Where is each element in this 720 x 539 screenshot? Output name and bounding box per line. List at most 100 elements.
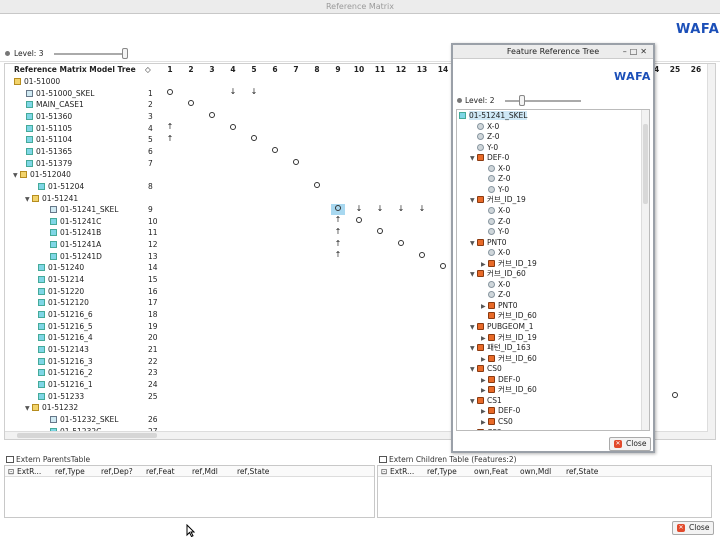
feature-tree-item[interactable]: Z-0	[481, 174, 510, 185]
parent-reference-mark[interactable]: ↑	[331, 250, 345, 261]
feature-tree-item[interactable]: X-0	[481, 248, 510, 259]
feature-tree-item[interactable]: ▶ 커브_ID_19	[481, 259, 537, 270]
tree-row[interactable]: ▼ 01-51241	[5, 193, 165, 205]
feature-tree-item[interactable]: 01-51241_SKEL	[459, 111, 528, 122]
tree-item[interactable]: 01-51232_SKEL	[43, 414, 118, 425]
minimize-icon[interactable]: –	[623, 47, 630, 56]
expand-toggle-icon[interactable]: ▶	[481, 260, 488, 270]
feature-tree-item[interactable]: ▼ CS1	[470, 396, 502, 407]
feature-tree-item[interactable]: Y-0	[481, 227, 509, 238]
tree-row[interactable]: 01-51216_1 24	[5, 379, 165, 391]
expand-toggle-icon[interactable]: ▼	[25, 403, 32, 414]
tree-item[interactable]: 01-51105	[19, 123, 72, 134]
expand-toggle-icon[interactable]: ▶	[481, 302, 488, 312]
expand-toggle-icon[interactable]: ▼	[13, 170, 20, 181]
tree-item[interactable]: MAIN_CASE1	[19, 99, 84, 110]
self-reference-mark[interactable]	[163, 87, 177, 98]
tree-item[interactable]: 01-51241D	[43, 251, 102, 262]
parent-reference-mark[interactable]: ↑	[163, 122, 177, 133]
feature-tree-item[interactable]: X-0	[481, 206, 510, 217]
feature-tree-item[interactable]: ▶ 커브_ID_60	[481, 385, 537, 396]
expand-toggle-icon[interactable]: ▼	[470, 196, 477, 206]
column-header[interactable]: ref,State	[237, 467, 269, 476]
column-header[interactable]: ref,State	[566, 467, 598, 476]
tree-item[interactable]: 01-51216_6	[31, 309, 93, 320]
tree-row[interactable]: 01-51379 7	[5, 158, 165, 170]
feature-tree-item[interactable]: ▶ DEF-0	[481, 406, 520, 417]
tree-item[interactable]: 01-51241_SKEL	[43, 204, 118, 215]
column-header[interactable]: ref,Feat	[146, 467, 175, 476]
tree-item[interactable]: 01-51220	[31, 286, 84, 297]
tree-row[interactable]: 01-51204 8	[5, 181, 165, 193]
self-reference-mark[interactable]	[352, 215, 366, 226]
tree-item[interactable]: 01-51204	[31, 181, 84, 192]
tree-item[interactable]: 01-51000	[7, 76, 60, 87]
parent-reference-mark[interactable]: ↑	[331, 239, 345, 250]
feature-tree-item[interactable]: X-0	[470, 122, 499, 133]
tree-item[interactable]: 01-51214	[31, 274, 84, 285]
parent-reference-mark[interactable]: ↑	[163, 134, 177, 145]
tree-item[interactable]: 01-51000_SKEL	[19, 88, 94, 99]
tree-row[interactable]: 01-51000	[5, 76, 165, 88]
expand-toggle-icon[interactable]: ▶	[481, 355, 488, 365]
expand-toggle-icon[interactable]: ▼	[470, 344, 477, 354]
dialog-close-button[interactable]: ✕ Close	[609, 437, 651, 451]
parent-reference-mark[interactable]: ↑	[331, 227, 345, 238]
self-reference-mark[interactable]	[268, 145, 282, 156]
maximize-icon[interactable]: □	[630, 47, 641, 56]
feature-tree-item[interactable]: Y-0	[470, 143, 498, 154]
tree-item[interactable]: 01-51216_1	[31, 379, 93, 390]
feature-tree-item[interactable]: Z-0	[481, 217, 510, 228]
tree-row[interactable]: MAIN_CASE1 2	[5, 99, 165, 111]
feature-tree-item[interactable]: ▶ 커브_ID_19	[481, 333, 537, 344]
self-reference-mark[interactable]	[289, 157, 303, 168]
child-reference-mark[interactable]: ↓	[373, 204, 387, 215]
expand-toggle-icon[interactable]: ▶	[481, 386, 488, 396]
self-reference-mark[interactable]	[226, 122, 240, 133]
tree-row[interactable]: 01-51241D 13	[5, 251, 165, 263]
feature-tree-item[interactable]: ▼ PUBGEOM_1	[470, 322, 533, 333]
column-header[interactable]: ref,Dep?	[101, 467, 133, 476]
tree-item[interactable]: 01-51241A	[43, 239, 101, 250]
tree-row[interactable]: 01-51241A 12	[5, 239, 165, 251]
feature-tree-item[interactable]: ▼ 패턴_ID_163	[470, 343, 531, 354]
feature-tree-item[interactable]: X-0	[481, 164, 510, 175]
feature-tree-item[interactable]: 커브_ID_60	[481, 311, 537, 322]
expand-toggle-icon[interactable]: ▼	[470, 365, 477, 375]
tree-item[interactable]: ▼ 01-512040	[13, 169, 71, 181]
column-header[interactable]: own,Mdl	[520, 467, 551, 476]
tree-item[interactable]: ▼ 01-51241	[25, 193, 78, 205]
tree-row[interactable]: 01-51360 3	[5, 111, 165, 123]
child-reference-mark[interactable]: ↓	[394, 204, 408, 215]
tree-item[interactable]: 01-51365	[19, 146, 72, 157]
expand-toggle-icon[interactable]: ▶	[481, 376, 488, 386]
expand-toggle-icon[interactable]: ▼	[470, 429, 477, 431]
scrollbar-thumb[interactable]	[643, 124, 648, 204]
expand-toggle-icon[interactable]: ▼	[470, 239, 477, 249]
tree-row[interactable]: 01-512120 17	[5, 297, 165, 309]
feature-tree-item[interactable]: ▼ 커브_ID_19	[470, 195, 526, 206]
feature-tree-scrollbar[interactable]	[641, 110, 649, 430]
self-reference-mark[interactable]	[668, 390, 682, 401]
feature-tree-item[interactable]: ▶ DEF-0	[481, 375, 520, 386]
close-button[interactable]: ✕ Close	[672, 521, 714, 535]
tree-item[interactable]: 01-51216_3	[31, 356, 93, 367]
expand-toggle-icon[interactable]: ▼	[470, 323, 477, 333]
child-reference-mark[interactable]: ↓	[226, 87, 240, 98]
tree-row[interactable]: 01-51241_SKEL 9	[5, 204, 165, 216]
column-header[interactable]: ref,Mdl	[192, 467, 218, 476]
self-reference-mark[interactable]	[331, 203, 345, 215]
tree-item[interactable]: 01-512143	[31, 344, 89, 355]
tree-row[interactable]: 01-51216_4 20	[5, 332, 165, 344]
dialog-level-slider[interactable]	[505, 100, 581, 102]
child-reference-mark[interactable]: ↓	[415, 204, 429, 215]
tree-row[interactable]: 01-51241C 10	[5, 216, 165, 228]
tree-item[interactable]: 01-51241B	[43, 227, 101, 238]
tree-row[interactable]: 01-51232_SKEL 26	[5, 414, 165, 426]
feature-tree-item[interactable]: Z-0	[481, 290, 510, 301]
tree-item[interactable]: 01-51241C	[43, 216, 101, 227]
self-reference-mark[interactable]	[310, 180, 324, 191]
tree-item[interactable]: 01-51360	[19, 111, 72, 122]
feature-tree-item[interactable]: X-0	[481, 280, 510, 291]
expand-toggle-icon[interactable]: ▶	[481, 407, 488, 417]
